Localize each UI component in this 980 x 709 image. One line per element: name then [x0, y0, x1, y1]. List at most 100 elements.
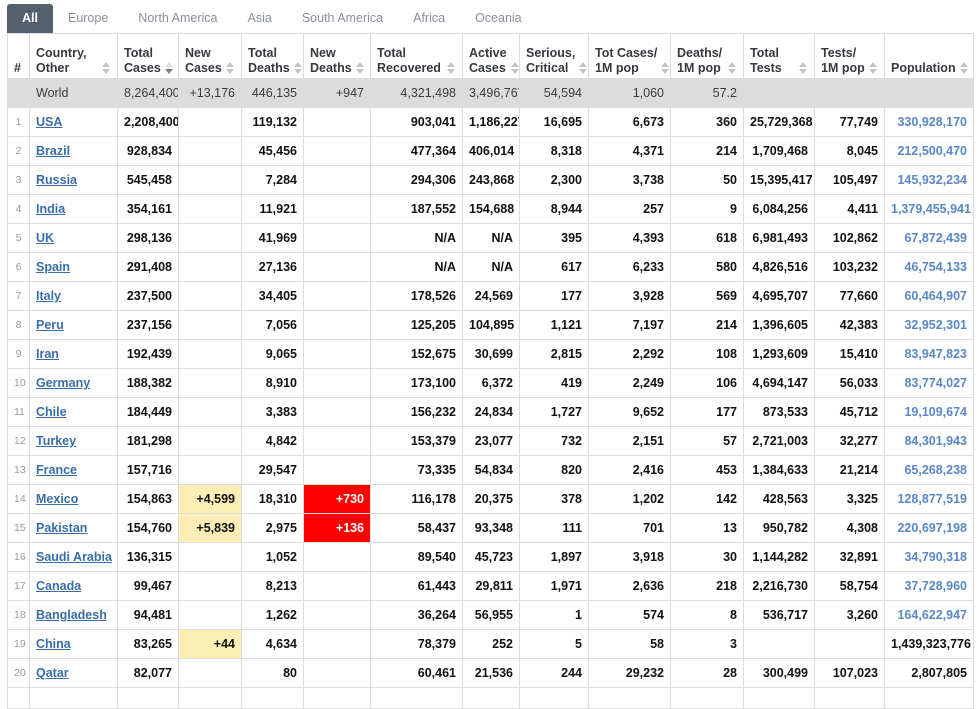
- cell-total_recovered: 61,443: [370, 571, 463, 601]
- cell-deaths_per_m: 218: [670, 571, 744, 601]
- country-link[interactable]: Spain: [36, 260, 70, 274]
- country-link[interactable]: Russia: [36, 173, 77, 187]
- column-header-population[interactable]: Population: [884, 33, 974, 79]
- column-header-active_cases[interactable]: Active Cases: [462, 33, 520, 79]
- region-tab-all[interactable]: All: [7, 4, 53, 33]
- cell-active_cases: 21,536: [462, 658, 520, 688]
- column-header-cases_per_m[interactable]: Tot Cases/1M pop: [588, 33, 671, 79]
- sort-both-icon[interactable]: [102, 62, 111, 74]
- country-link[interactable]: Mexico: [36, 492, 78, 506]
- country-link[interactable]: Peru: [36, 318, 64, 332]
- cell-total_cases: 83,265: [117, 629, 179, 659]
- country-link[interactable]: UK: [36, 231, 54, 245]
- cell-new_deaths: [303, 571, 371, 601]
- cell-num: 6: [7, 252, 30, 282]
- country-link[interactable]: USA: [36, 115, 62, 129]
- country-link[interactable]: Canada: [36, 579, 81, 593]
- cell-serious_critical: 1: [519, 600, 589, 630]
- cell-cases_per_m: 29,232: [588, 658, 671, 688]
- cell-population: 84,301,943: [884, 426, 974, 456]
- country-link[interactable]: Chile: [36, 405, 67, 419]
- region-tab-north-america[interactable]: North America: [123, 4, 232, 33]
- cell-serious_critical: 244: [519, 658, 589, 688]
- table-body: World 8,264,400 +13,176 446,135 +947 4,321,49…: [7, 78, 974, 709]
- sort-both-icon[interactable]: [959, 62, 969, 74]
- column-header-tests_per_m[interactable]: Tests/1M pop: [814, 33, 885, 79]
- cell-deaths_per_m: 214: [670, 136, 744, 166]
- country-link[interactable]: Germany: [36, 376, 90, 390]
- cell-new_cases: [178, 252, 242, 282]
- cell-num: 10: [7, 368, 30, 398]
- cell-country: Pakistan: [29, 513, 118, 543]
- cell-deaths_per_m: 28: [670, 658, 744, 688]
- column-header-serious_critical[interactable]: Serious, Critical: [519, 33, 589, 79]
- country-link[interactable]: Iran: [36, 347, 59, 361]
- cell-new_cases: [178, 310, 242, 340]
- column-header-new_deaths[interactable]: New Deaths: [303, 33, 371, 79]
- cell-total_tests: 1,384,633: [743, 455, 815, 485]
- cell-total_deaths: 29,547: [241, 455, 304, 485]
- cell-total_tests: 4,695,707: [743, 281, 815, 311]
- cell-tests_per_m: 77,660: [814, 281, 885, 311]
- cell-tests_per_m: 56,033: [814, 368, 885, 398]
- cell-total_recovered: N/A: [370, 252, 463, 282]
- country-link[interactable]: India: [36, 202, 65, 216]
- table-row: 14 Mexico 154,863 +4,599 18,310 +730 116,178 20…: [7, 484, 974, 514]
- cell-cases_per_m: 6,673: [588, 107, 671, 137]
- country-link[interactable]: Turkey: [36, 434, 76, 448]
- cell-cases_per_m: 2,636: [588, 571, 671, 601]
- column-header-num[interactable]: #: [7, 33, 30, 79]
- country-link[interactable]: Brazil: [36, 144, 70, 158]
- region-tab-europe[interactable]: Europe: [53, 4, 123, 33]
- sort-both-icon[interactable]: [447, 62, 456, 74]
- region-tab-asia[interactable]: Asia: [233, 4, 287, 33]
- sort-both-icon[interactable]: [510, 62, 519, 74]
- country-link[interactable]: China: [36, 637, 71, 651]
- cell-new_deaths: [303, 107, 371, 137]
- region-tab-oceania[interactable]: Oceania: [460, 4, 537, 33]
- country-link[interactable]: Bangladesh: [36, 608, 107, 622]
- cell-new_deaths: [303, 339, 371, 369]
- sort-both-icon[interactable]: [869, 62, 878, 74]
- country-link[interactable]: Saudi Arabia: [36, 550, 112, 564]
- cell-num: 7: [7, 281, 30, 311]
- column-header-deaths_per_m[interactable]: Deaths/1M pop: [670, 33, 744, 79]
- sort-desc-icon[interactable]: [164, 62, 174, 74]
- cell-new_cases: [178, 368, 242, 398]
- cell-total_recovered: 477,364: [370, 136, 463, 166]
- column-header-country[interactable]: Country, Other: [29, 33, 118, 79]
- cell-num: 8: [7, 310, 30, 340]
- region-tab-africa[interactable]: Africa: [398, 4, 460, 33]
- cell-new_cases: +5,839: [178, 513, 242, 543]
- cell-new_deaths: [303, 223, 371, 253]
- sort-both-icon[interactable]: [728, 62, 737, 74]
- sort-both-icon[interactable]: [226, 62, 235, 74]
- sort-both-icon[interactable]: [661, 62, 670, 74]
- country-link[interactable]: Pakistan: [36, 521, 87, 535]
- sort-both-icon[interactable]: [799, 62, 808, 74]
- cell-total_deaths: 27,136: [241, 252, 304, 282]
- cell-population: 128,877,519: [884, 484, 974, 514]
- cell-population: 37,728,960: [884, 571, 974, 601]
- country-link[interactable]: Italy: [36, 289, 61, 303]
- column-header-total_deaths[interactable]: Total Deaths: [241, 33, 304, 79]
- cell-total_cases: 157,716: [117, 455, 179, 485]
- region-tab-south-america[interactable]: South America: [287, 4, 398, 33]
- column-header-label: Active Cases: [469, 46, 507, 75]
- cell-new_deaths: [303, 542, 371, 572]
- cell-population: 32,952,301: [884, 310, 974, 340]
- sort-both-icon[interactable]: [293, 62, 303, 74]
- sort-both-icon[interactable]: [355, 62, 365, 74]
- cell-cases_per_m: [588, 687, 671, 709]
- cell-new_deaths: [303, 426, 371, 456]
- cell-country: Germany: [29, 368, 118, 398]
- cell-total_cases: [117, 687, 179, 709]
- column-header-total_cases[interactable]: Total Cases: [117, 33, 179, 79]
- column-header-total_tests[interactable]: Total Tests: [743, 33, 815, 79]
- column-header-total_recovered[interactable]: Total Recovered: [370, 33, 463, 79]
- column-header-new_cases[interactable]: New Cases: [178, 33, 242, 79]
- cell-serious_critical: 1,121: [519, 310, 589, 340]
- country-link[interactable]: France: [36, 463, 77, 477]
- country-link[interactable]: Qatar: [36, 666, 69, 680]
- sort-both-icon[interactable]: [579, 62, 588, 74]
